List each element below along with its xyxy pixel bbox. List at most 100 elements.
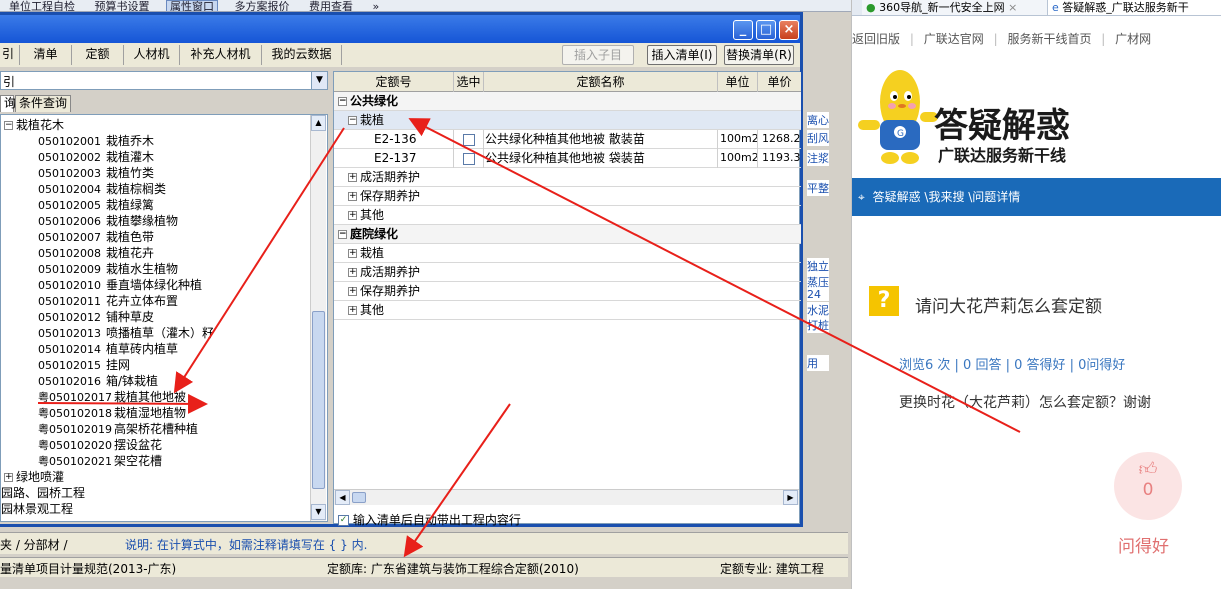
like-button[interactable]: 👍︎ 0 <box>1114 452 1182 520</box>
tree-item[interactable]: 050102015 挂网 <box>38 357 130 373</box>
toolbar-multi-plan[interactable]: 多方案报价 <box>232 1 293 11</box>
expand-icon[interactable]: + <box>4 473 13 482</box>
h-scroll-thumb[interactable] <box>352 492 366 503</box>
col-quota-no[interactable]: 定额号 <box>334 72 454 92</box>
close-icon[interactable]: × <box>1008 1 1017 14</box>
col-selected[interactable]: 选中 <box>454 72 484 92</box>
quota-subgroup-row[interactable]: + 保存期养护 <box>334 187 801 206</box>
auto-content-checkbox-row[interactable]: ✓ 输入清单后自动带出工程内容行 <box>338 512 521 528</box>
tree-node[interactable]: 园林景观工程 <box>1 501 73 517</box>
breadcrumb-text[interactable]: 答疑解惑 \我来搜 \问题详情 <box>873 190 1021 204</box>
tab-cloud-data[interactable]: 我的云数据 <box>262 45 342 65</box>
status-note: 说明: 在计算式中，如需注释请填写在 { } 内. <box>125 538 368 552</box>
library-combo[interactable]: 引 ▼ <box>0 71 328 90</box>
tree-item[interactable]: 050102004 栽植棕榈类 <box>38 181 166 197</box>
status-tabs[interactable]: 夹 / 分部材 / <box>0 536 68 553</box>
quota-subgroup-row[interactable]: + 其他 <box>334 206 801 225</box>
tree-node[interactable]: + 绿地喷灌 <box>4 469 64 485</box>
quota-subgroup-row[interactable]: + 成活期养护 <box>334 263 801 282</box>
insert-sub-button[interactable]: 插入子目 <box>562 45 634 65</box>
tree-item[interactable]: 050102011 花卉立体布置 <box>38 293 178 309</box>
maximize-button[interactable]: □ <box>756 20 776 40</box>
tree-item[interactable]: 050102014 植草砖内植草 <box>38 341 178 357</box>
tree-item[interactable]: 粤050102019 高架桥花槽种植 <box>38 421 198 437</box>
tree-root[interactable]: − 栽植花木 <box>4 117 64 133</box>
quota-subgroup-row[interactable]: + 成活期养护 <box>334 168 801 187</box>
scroll-up-icon[interactable]: ▲ <box>311 115 326 131</box>
tab-materials[interactable]: 人材机 <box>124 45 180 65</box>
tree-item[interactable]: 050102001 栽植乔木 <box>38 133 154 149</box>
quota-subgroup-row[interactable]: + 保存期养护 <box>334 282 801 301</box>
scroll-left-icon[interactable]: ◀ <box>335 490 350 505</box>
col-quota-name[interactable]: 定额名称 <box>484 72 718 92</box>
quota-group-row[interactable]: − 庭院绿化 <box>334 225 801 244</box>
quota-subgroup-row[interactable]: + 其他 <box>334 301 801 320</box>
chevron-down-icon[interactable]: ▼ <box>311 72 327 89</box>
tree-item[interactable]: 050102009 栽植水生植物 <box>38 261 178 277</box>
tree-item[interactable]: 050102008 栽植花卉 <box>38 245 154 261</box>
tree-item[interactable]: 050102010 垂直墙体绿化种植 <box>38 277 202 293</box>
col-unit[interactable]: 单位 <box>718 72 758 92</box>
quota-row[interactable]: E2-136 公共绿化种植其他地被 散装苗 100m2 1268.2 <box>334 130 801 149</box>
tree-item[interactable]: 粤050102021 架空花槽 <box>38 453 162 469</box>
collapse-icon[interactable]: − <box>338 230 347 239</box>
col-price[interactable]: 单价 <box>758 72 801 92</box>
toolbar-self-check[interactable]: 单位工程自检 <box>6 1 78 11</box>
nav-service-home[interactable]: 服务新干线首页 <box>1007 32 1091 46</box>
expand-icon[interactable]: + <box>348 306 357 315</box>
toolbar-properties-window[interactable]: 属性窗口 <box>166 0 218 11</box>
tree-item[interactable]: 粤050102018 栽植湿地植物 <box>38 405 186 421</box>
nav-material-site[interactable]: 广材网 <box>1115 32 1151 46</box>
collapse-icon[interactable]: − <box>348 116 357 125</box>
expand-icon[interactable]: + <box>348 268 357 277</box>
scroll-down-icon[interactable]: ▼ <box>311 504 326 520</box>
tree-item[interactable]: 050102007 栽植色带 <box>38 229 154 245</box>
tab-list[interactable]: 清单 <box>20 45 72 65</box>
scroll-thumb[interactable] <box>312 311 325 489</box>
quota-row[interactable]: E2-137 公共绿化种植其他地被 袋装苗 100m2 1193.3 <box>334 149 801 168</box>
quota-group-row[interactable]: − 公共绿化 <box>334 92 801 111</box>
row-select-checkbox[interactable] <box>462 133 475 146</box>
tree-item[interactable]: 050102012 铺种草皮 <box>38 309 154 325</box>
expand-icon[interactable]: + <box>348 211 357 220</box>
close-button[interactable]: × <box>779 20 799 40</box>
dialog-titlebar[interactable]: _ □ × <box>0 15 800 43</box>
row-select-checkbox[interactable] <box>462 152 475 165</box>
tree-item[interactable]: 050102005 栽植绿篱 <box>38 197 154 213</box>
toolbar-budget-settings[interactable]: 预算书设置 <box>92 1 153 11</box>
tree-item[interactable]: 050102002 栽植灌木 <box>38 149 154 165</box>
tree-vscroll[interactable]: ▲ ▼ <box>310 115 326 521</box>
tab-quota[interactable]: 定额 <box>72 45 124 65</box>
tree-item[interactable]: 050102006 栽植攀缘植物 <box>38 213 178 229</box>
tree-item[interactable]: 粤050102020 摆设盆花 <box>38 437 162 453</box>
expand-icon[interactable]: + <box>348 287 357 296</box>
insert-list-button[interactable]: 插入清单(I) <box>647 45 717 65</box>
tab-index[interactable]: 引 <box>0 45 20 65</box>
replace-list-button[interactable]: 替换清单(R) <box>724 45 794 65</box>
tree-item[interactable]: 050102016 箱/钵栽植 <box>38 373 158 389</box>
check-icon[interactable]: ✓ <box>338 515 349 526</box>
tree-item[interactable]: 050102003 栽植竹类 <box>38 165 154 181</box>
toolbar-more[interactable]: » <box>370 1 383 11</box>
subtab-condition-query[interactable]: 条件查询 <box>15 95 71 112</box>
tree-item[interactable]: 050102013 喷播植草（灌木）籽 <box>38 325 214 341</box>
subtab-query[interactable]: 询 <box>0 95 16 112</box>
browser-tab-qa[interactable]: e 答疑解惑_广联达服务新干 <box>1048 0 1221 15</box>
nav-official-site[interactable]: 广联达官网 <box>924 32 984 46</box>
minimize-button[interactable]: _ <box>733 20 753 40</box>
tree-item[interactable]: 粤050102017 栽植其他地被 <box>38 389 186 405</box>
expand-icon[interactable]: + <box>348 249 357 258</box>
tree-node[interactable]: 园路、园桥工程 <box>1 485 85 501</box>
expand-icon[interactable]: + <box>348 173 357 182</box>
quota-subgroup-row[interactable]: + 栽植 <box>334 244 801 263</box>
scroll-right-icon[interactable]: ▶ <box>783 490 798 505</box>
grid-hscroll[interactable]: ◀ ▶ <box>334 489 799 505</box>
collapse-icon[interactable]: − <box>4 121 13 130</box>
toolbar-fee-view[interactable]: 费用查看 <box>306 1 356 11</box>
expand-icon[interactable]: + <box>348 192 357 201</box>
browser-tab-360[interactable]: ● 360导航_新一代安全上网 × <box>862 0 1048 15</box>
collapse-icon[interactable]: − <box>338 97 347 106</box>
tab-extra-materials[interactable]: 补充人材机 <box>180 45 262 65</box>
quota-subgroup-row[interactable]: − 栽植 <box>334 111 801 130</box>
nav-old-version[interactable]: 返回旧版 <box>852 32 900 46</box>
